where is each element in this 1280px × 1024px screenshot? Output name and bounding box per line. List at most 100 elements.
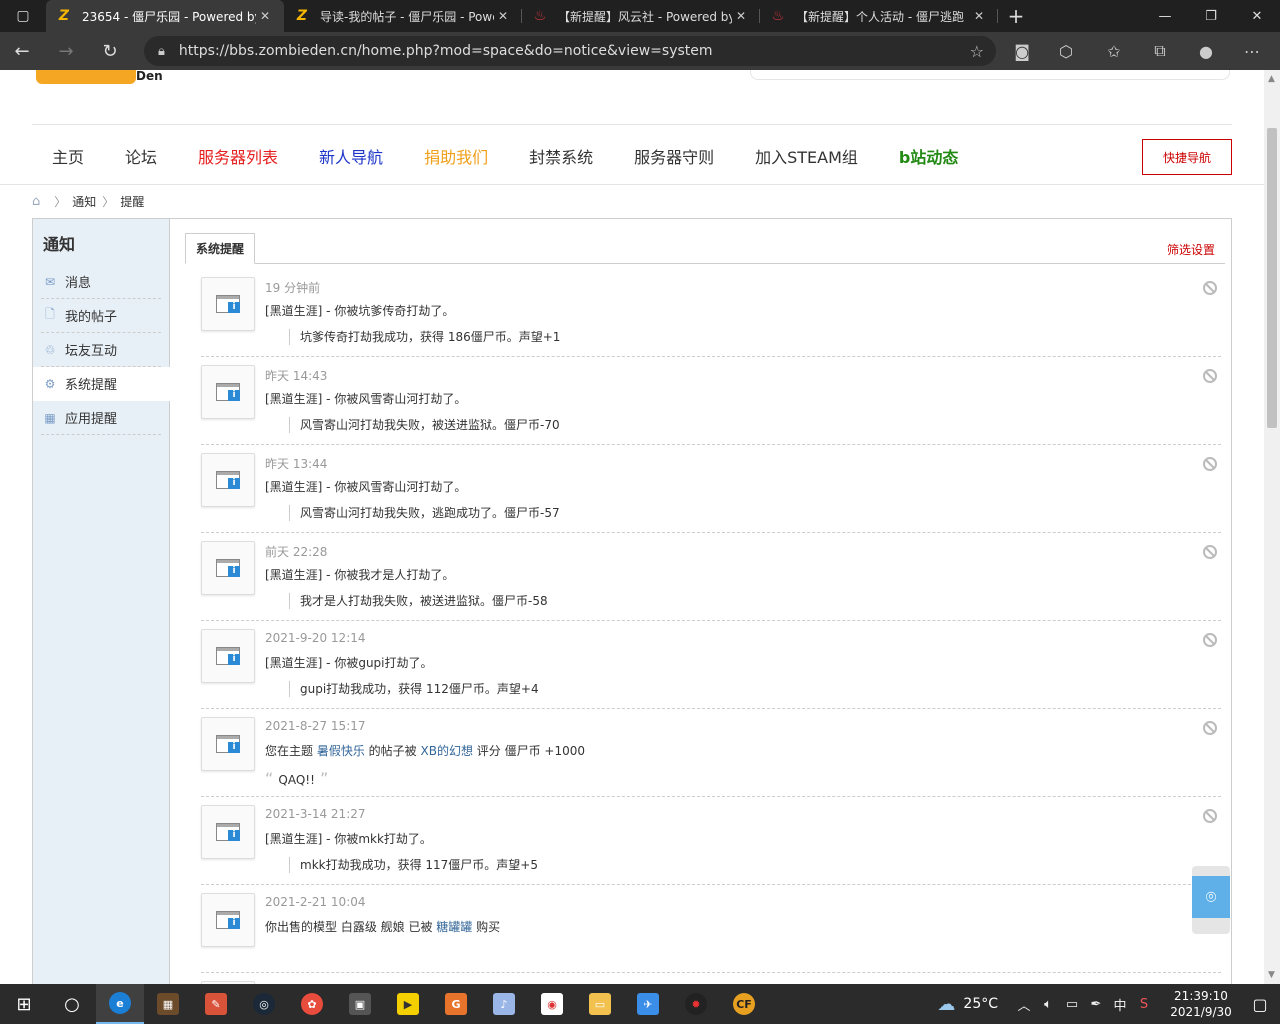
profile-avatar-icon[interactable]: ● bbox=[1184, 32, 1228, 70]
close-tab-icon[interactable]: ✕ bbox=[970, 9, 988, 23]
steam-icon[interactable]: ◎ bbox=[240, 984, 288, 1024]
lock-icon[interactable]: 🔒︎ bbox=[158, 44, 165, 59]
store-bag-icon[interactable]: ▣ bbox=[336, 984, 384, 1024]
feishu-icon[interactable]: ✈ bbox=[624, 984, 672, 1024]
crossfire-icon[interactable]: CF bbox=[720, 984, 768, 1024]
minimize-icon[interactable]: — bbox=[1142, 0, 1188, 32]
scrollbar-thumb[interactable] bbox=[1267, 128, 1277, 428]
notice-link[interactable]: 糖罐罐 bbox=[436, 920, 472, 934]
new-tab-button[interactable]: + bbox=[998, 0, 1034, 32]
close-tab-icon[interactable]: ✕ bbox=[732, 9, 750, 23]
back-to-top-icon[interactable]: ⌾ bbox=[1192, 876, 1230, 918]
sidebar-item-label: 消息 bbox=[65, 276, 92, 291]
add-favorite-icon[interactable]: ☆ bbox=[970, 42, 984, 61]
close-window-icon[interactable]: ✕ bbox=[1234, 0, 1280, 32]
chevron-up-icon[interactable]: ︿ bbox=[1012, 995, 1036, 1014]
browser-tab[interactable]: Z 导读-我的帖子 - 僵尸乐园 - Powe ✕ bbox=[284, 0, 522, 32]
sogou-icon[interactable]: S bbox=[1132, 997, 1156, 1012]
nav-item[interactable]: 服务器列表 bbox=[198, 144, 278, 168]
float-side-button[interactable]: ⌾ bbox=[1192, 866, 1230, 934]
forward-icon[interactable]: → bbox=[44, 32, 88, 70]
minecraft-icon[interactable]: ▦ bbox=[144, 984, 192, 1024]
game-red-icon[interactable]: ✹ bbox=[672, 984, 720, 1024]
quick-nav-button[interactable]: 快捷导航 bbox=[1142, 139, 1232, 175]
nav-item[interactable]: b站动态 bbox=[899, 144, 958, 168]
sidebar-item[interactable]: ▦ 应用提醒 bbox=[41, 401, 161, 435]
page-viewport: Den 主页 论坛 服务器列表 新人导航 捐助我们 封禁系统 服务器守则 加入STEAM组 b站… bbox=[0, 70, 1264, 984]
temperature: 25°C bbox=[963, 996, 998, 1012]
fire-favicon-icon: ♨ bbox=[533, 8, 547, 24]
file-explorer-icon[interactable]: ▭ bbox=[576, 984, 624, 1024]
mail-icon: ✉ bbox=[44, 274, 56, 289]
sidebar-item[interactable]: ✉ 消息 bbox=[41, 265, 161, 299]
nav-item[interactable]: 新人导航 bbox=[319, 144, 383, 168]
extension-icon[interactable]: ◙ bbox=[1000, 32, 1044, 70]
close-tab-icon[interactable]: ✕ bbox=[256, 9, 274, 23]
notice-time: 2021-8-27 15:17 bbox=[265, 719, 366, 733]
browser-tab[interactable]: ♨ 【新提醒】个人活动 - 僵尸逃跑 ✕ bbox=[760, 0, 998, 32]
ignore-notice-icon[interactable] bbox=[1203, 281, 1217, 295]
browser-tab[interactable]: Z 23654 - 僵尸乐园 - Powered by D ✕ bbox=[46, 0, 284, 32]
ignore-notice-icon[interactable] bbox=[1203, 545, 1217, 559]
filter-settings-link[interactable]: 筛选设置 bbox=[1167, 241, 1215, 258]
browser-tab-bar: ▢ Z 23654 - 僵尸乐园 - Powered by D ✕ Z 导读-我的帖子 … bbox=[0, 0, 1280, 32]
nav-item[interactable]: 加入STEAM组 bbox=[755, 144, 858, 168]
ignore-notice-icon[interactable] bbox=[1203, 809, 1217, 823]
edge-browser-icon[interactable]: e bbox=[96, 984, 144, 1024]
sidebar-item[interactable]: ♲ 坛友互动 bbox=[41, 333, 161, 367]
notice-detail: gupi打劫我成功，获得 112僵尸币。声望+4 bbox=[289, 681, 539, 697]
start-icon[interactable]: ⊞ bbox=[0, 984, 48, 1024]
breadcrumb-notice[interactable]: 通知 bbox=[72, 193, 96, 210]
clock[interactable]: 21:39:10 2021/9/30 bbox=[1162, 988, 1240, 1020]
cat-app-icon[interactable]: ◉ bbox=[528, 984, 576, 1024]
page-scrollbar[interactable]: ▲ ▼ bbox=[1264, 70, 1280, 984]
site-search-box[interactable] bbox=[750, 70, 1230, 80]
notice-item: i 19 分钟前 [黑道生涯] - 你被坑爹传奇打劫了。 坑爹传奇打劫我成功，获得 1… bbox=[201, 269, 1221, 357]
extensions-puzzle-icon[interactable]: ⬡ bbox=[1044, 32, 1088, 70]
pen-icon[interactable]: ✒ bbox=[1084, 997, 1108, 1012]
close-tab-icon[interactable]: ✕ bbox=[494, 9, 512, 23]
paint-app-icon[interactable]: ✎ bbox=[192, 984, 240, 1024]
network-icon[interactable]: ▭ bbox=[1060, 997, 1084, 1012]
notification-icon[interactable]: ▢ bbox=[1240, 995, 1280, 1014]
notice-time: 昨天 13:44 bbox=[265, 457, 328, 471]
anime-app-icon[interactable]: ♪ bbox=[480, 984, 528, 1024]
favorites-icon[interactable]: ✩ bbox=[1092, 32, 1136, 70]
refresh-icon[interactable]: ↻ bbox=[88, 32, 132, 70]
search-icon[interactable]: ○ bbox=[48, 984, 96, 1024]
player-icon[interactable]: ▶ bbox=[384, 984, 432, 1024]
notice-link[interactable]: XB的幻想 bbox=[420, 744, 472, 758]
ignore-notice-icon[interactable] bbox=[1203, 457, 1217, 471]
zombieden-favicon-icon: Z bbox=[296, 8, 308, 24]
ime-indicator[interactable]: 中 bbox=[1108, 995, 1132, 1014]
tab-title: 导读-我的帖子 - 僵尸乐园 - Powe bbox=[320, 9, 494, 24]
site-logo[interactable]: Den bbox=[36, 70, 196, 90]
sidebar-item[interactable]: ⚙ 系统提醒 bbox=[33, 367, 170, 401]
sidebar-item[interactable]: 🗋︎ 我的帖子 bbox=[41, 299, 161, 333]
maximize-icon[interactable]: ❐ bbox=[1188, 0, 1234, 32]
ignore-notice-icon[interactable] bbox=[1203, 633, 1217, 647]
ignore-notice-icon[interactable] bbox=[1203, 721, 1217, 735]
volume-icon[interactable]: 🔈︎ bbox=[1036, 997, 1060, 1012]
office-app-icon[interactable]: G bbox=[432, 984, 480, 1024]
nav-item[interactable]: 封禁系统 bbox=[529, 144, 593, 168]
document-icon: 🗋︎ bbox=[45, 307, 55, 321]
colorful-app-icon[interactable]: ✿ bbox=[288, 984, 336, 1024]
address-bar[interactable]: 🔒︎ https://bbs.zombieden.cn/home.php?mod… bbox=[144, 36, 996, 66]
nav-item[interactable]: 捐助我们 bbox=[424, 144, 488, 168]
tab-actions-icon[interactable]: ▢ bbox=[0, 0, 46, 32]
ignore-notice-icon[interactable] bbox=[1203, 369, 1217, 383]
home-icon[interactable]: ⌂ bbox=[32, 194, 40, 209]
back-icon[interactable]: ← bbox=[0, 32, 44, 70]
breadcrumb-remind[interactable]: 提醒 bbox=[120, 193, 144, 210]
nav-item[interactable]: 主页 bbox=[52, 144, 84, 168]
notice-time: 昨天 14:43 bbox=[265, 369, 328, 383]
collections-icon[interactable]: ⧉ bbox=[1138, 32, 1182, 70]
tab-system-notice[interactable]: 系统提醒 bbox=[185, 233, 256, 264]
weather-widget[interactable]: ☁ 25°C bbox=[937, 994, 998, 1015]
more-menu-icon[interactable]: ⋯ bbox=[1230, 32, 1274, 70]
nav-item[interactable]: 服务器守则 bbox=[634, 144, 714, 168]
nav-item[interactable]: 论坛 bbox=[125, 144, 157, 168]
browser-tab[interactable]: ♨ 【新提醒】风云社 - Powered by ✕ bbox=[522, 0, 760, 32]
notice-link[interactable]: 暑假快乐 bbox=[317, 744, 365, 758]
